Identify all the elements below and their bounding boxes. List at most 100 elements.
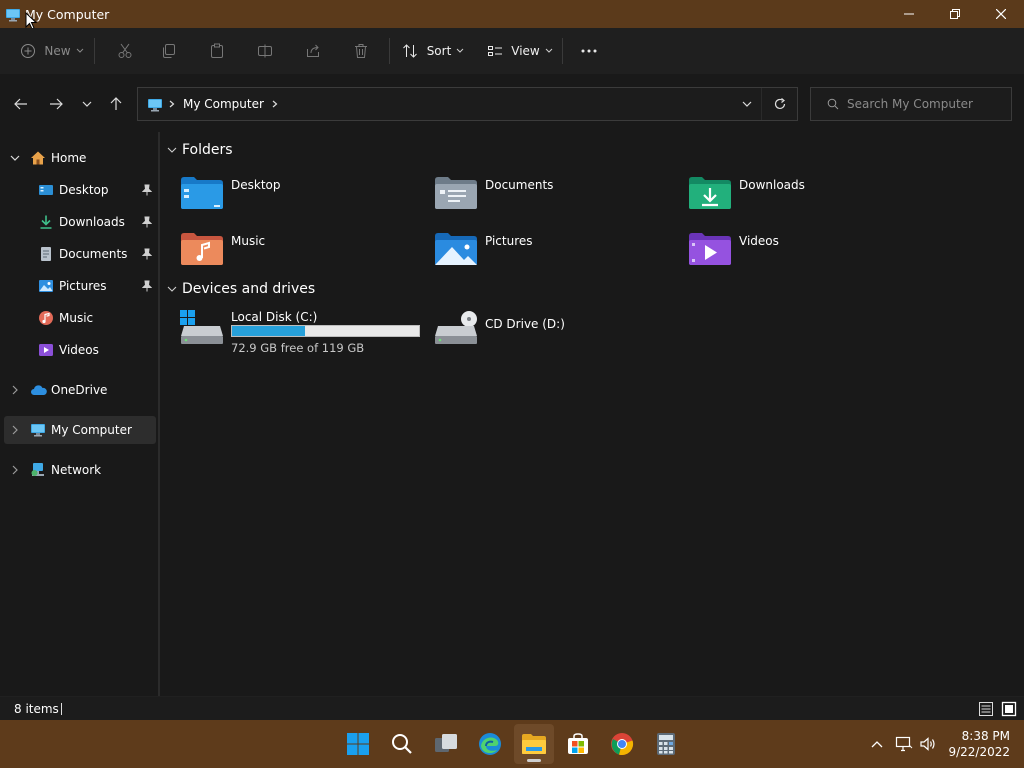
- chevron-down-icon[interactable]: [10, 153, 20, 163]
- drive-usage-bar: [231, 325, 420, 337]
- taskbar: 8:38 PM 9/22/2022: [0, 720, 1024, 768]
- store-icon: [568, 733, 588, 754]
- music-icon: [38, 310, 54, 326]
- refresh-button[interactable]: [761, 88, 797, 120]
- rename-button[interactable]: [241, 35, 289, 67]
- copy-button[interactable]: [145, 35, 193, 67]
- more-options-button[interactable]: [571, 35, 607, 67]
- address-bar[interactable]: My Computer: [137, 87, 798, 121]
- forward-button[interactable]: [44, 94, 68, 114]
- task-view-button[interactable]: [426, 724, 466, 764]
- minimize-icon: [904, 13, 914, 15]
- forward-icon: [50, 98, 63, 110]
- desktop-folder-icon: [180, 174, 224, 214]
- pin-icon[interactable]: [141, 248, 153, 260]
- back-icon: [14, 98, 27, 110]
- recent-locations-button[interactable]: [75, 94, 99, 114]
- copy-icon: [163, 44, 175, 58]
- network-status-button[interactable]: [892, 736, 916, 752]
- tiles-view-button[interactable]: [1001, 701, 1017, 717]
- delete-button[interactable]: [337, 35, 385, 67]
- drive-tile-local-disk-c[interactable]: Local Disk (C:) 72.9 GB free of 119 GB: [180, 310, 440, 355]
- folder-tile-music[interactable]: Music: [180, 230, 420, 276]
- view-button[interactable]: View: [480, 35, 560, 67]
- clock-time: 8:38 PM: [961, 729, 1010, 743]
- pin-icon[interactable]: [141, 280, 153, 292]
- sidebar-item-pictures[interactable]: Pictures: [0, 272, 156, 300]
- up-button[interactable]: [104, 94, 128, 114]
- documents-folder-icon: [434, 174, 478, 214]
- chevron-down-icon: [545, 48, 553, 53]
- folder-tile-videos[interactable]: Videos: [688, 230, 928, 276]
- sidebar-item-documents[interactable]: Documents: [0, 240, 156, 268]
- cut-button[interactable]: [105, 35, 145, 67]
- pin-icon[interactable]: [141, 184, 153, 196]
- back-button[interactable]: [9, 94, 33, 114]
- sidebar-item-desktop[interactable]: Desktop: [0, 176, 156, 204]
- folders-section-header[interactable]: Folders: [166, 142, 233, 158]
- tiles-view-icon: [1001, 701, 1017, 717]
- search-box[interactable]: [810, 87, 1012, 121]
- address-history-chevron-icon[interactable]: [742, 101, 752, 107]
- drive-free-space: 72.9 GB free of 119 GB: [231, 341, 365, 355]
- start-button[interactable]: [338, 724, 378, 764]
- new-icon: [21, 44, 36, 58]
- window-title: My Computer: [25, 6, 110, 22]
- sidebar-item-downloads[interactable]: Downloads: [0, 208, 156, 236]
- breadcrumb[interactable]: My Computer: [183, 97, 264, 111]
- share-icon: [307, 44, 319, 57]
- sidebar-item-home[interactable]: Home: [0, 144, 156, 172]
- volume-button[interactable]: [916, 736, 940, 752]
- search-taskbar-button[interactable]: [382, 724, 422, 764]
- chrome-taskbar-button[interactable]: [602, 724, 642, 764]
- folder-tile-desktop[interactable]: Desktop: [180, 174, 420, 220]
- folder-tile-documents[interactable]: Documents: [434, 174, 674, 220]
- task-view-icon: [435, 734, 457, 752]
- volume-icon: [920, 737, 935, 751]
- close-button[interactable]: [978, 0, 1024, 28]
- new-button[interactable]: New: [18, 35, 86, 67]
- sidebar-item-onedrive[interactable]: OneDrive: [0, 376, 156, 404]
- music-folder-icon: [180, 230, 224, 270]
- chevron-up-icon: [871, 741, 883, 748]
- share-button[interactable]: [289, 35, 337, 67]
- cut-icon: [118, 43, 132, 58]
- restore-button[interactable]: [932, 0, 978, 28]
- pin-icon[interactable]: [141, 216, 153, 228]
- chevron-down-icon: [167, 147, 177, 153]
- search-input[interactable]: [847, 97, 997, 111]
- paste-button[interactable]: [193, 35, 241, 67]
- sidebar-item-videos[interactable]: Videos: [0, 336, 156, 364]
- taskbar-clock[interactable]: 8:38 PM 9/22/2022: [948, 728, 1010, 760]
- store-taskbar-button[interactable]: [558, 724, 598, 764]
- chevron-right-icon[interactable]: [272, 100, 278, 108]
- sidebar-item-music[interactable]: Music: [0, 304, 156, 332]
- chevron-right-icon[interactable]: [10, 465, 20, 475]
- computer-icon: [30, 422, 46, 438]
- chevron-right-icon[interactable]: [10, 425, 20, 435]
- drives-section-header[interactable]: Devices and drives: [166, 281, 315, 297]
- details-view-button[interactable]: [978, 701, 994, 717]
- more-icon: [581, 49, 597, 53]
- drive-tile-cd-drive-d[interactable]: CD Drive (D:): [434, 310, 674, 356]
- sidebar-item-my-computer[interactable]: My Computer: [4, 416, 156, 444]
- file-explorer-taskbar-button[interactable]: [514, 724, 554, 764]
- chevron-right-icon: [169, 100, 175, 108]
- sort-button[interactable]: Sort: [398, 35, 468, 67]
- title-bar[interactable]: My Computer: [0, 0, 1024, 28]
- search-icon: [827, 98, 839, 110]
- restore-icon: [950, 9, 960, 19]
- edge-taskbar-button[interactable]: [470, 724, 510, 764]
- minimize-button[interactable]: [886, 0, 932, 28]
- chevron-right-icon[interactable]: [10, 385, 20, 395]
- videos-icon: [38, 342, 54, 358]
- sidebar-item-network[interactable]: Network: [0, 456, 156, 484]
- folder-tile-downloads[interactable]: Downloads: [688, 174, 928, 220]
- up-icon: [110, 97, 122, 110]
- show-hidden-icons-button[interactable]: [866, 740, 888, 748]
- delete-icon: [355, 44, 367, 58]
- details-view-icon: [979, 702, 993, 716]
- file-explorer-icon: [522, 734, 546, 754]
- calculator-taskbar-button[interactable]: [646, 724, 686, 764]
- folder-tile-pictures[interactable]: Pictures: [434, 230, 674, 276]
